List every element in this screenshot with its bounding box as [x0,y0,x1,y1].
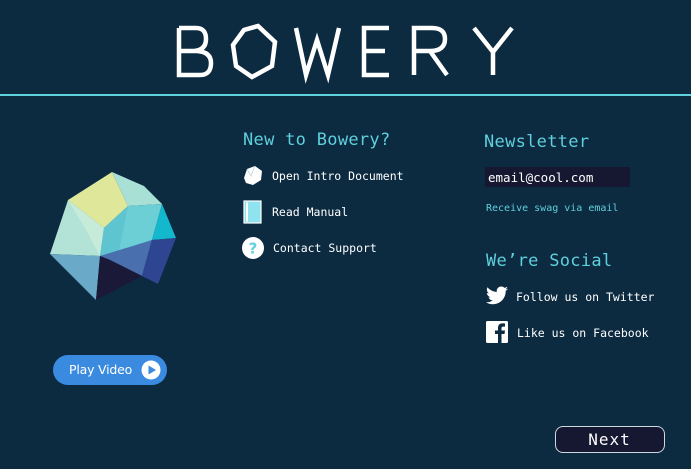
like-facebook-label: Like us on Facebook [517,326,649,340]
open-intro-document-label: Open Intro Document [272,169,404,183]
facebook-icon [486,321,508,343]
read-manual-label: Read Manual [272,205,349,219]
header-divider [0,94,691,96]
welcome-screen: Play Video New to Bowery? Open Intro Doc… [0,0,691,469]
receive-swag-text: Receive swag via email [486,203,619,214]
contact-support-label: Contact Support [273,241,377,255]
bowery-logo [176,23,514,84]
new-to-bowery-title: New to Bowery? [243,130,391,150]
play-video-button[interactable]: Play Video [53,355,167,385]
email-field[interactable] [485,167,630,187]
next-label: Next [588,430,631,449]
follow-twitter-label: Follow us on Twitter [516,290,655,304]
gem-illustration [50,172,176,300]
open-intro-document-link[interactable]: Open Intro Document [241,164,421,188]
book-icon [243,200,262,224]
document-gem-icon [244,165,262,185]
play-icon [141,360,161,380]
were-social-title: We’re Social [486,251,613,271]
newsletter-title: Newsletter [484,132,590,152]
svg-text:?: ? [249,240,258,258]
play-video-label: Play Video [69,362,133,377]
twitter-icon [486,286,508,305]
contact-support-link[interactable]: ? Contact Support [241,236,401,260]
question-mark-icon: ? [242,237,264,259]
like-facebook-link[interactable]: Like us on Facebook [485,320,665,344]
follow-twitter-link[interactable]: Follow us on Twitter [485,284,670,308]
next-button[interactable]: Next [555,426,665,453]
read-manual-link[interactable]: Read Manual [241,200,371,224]
